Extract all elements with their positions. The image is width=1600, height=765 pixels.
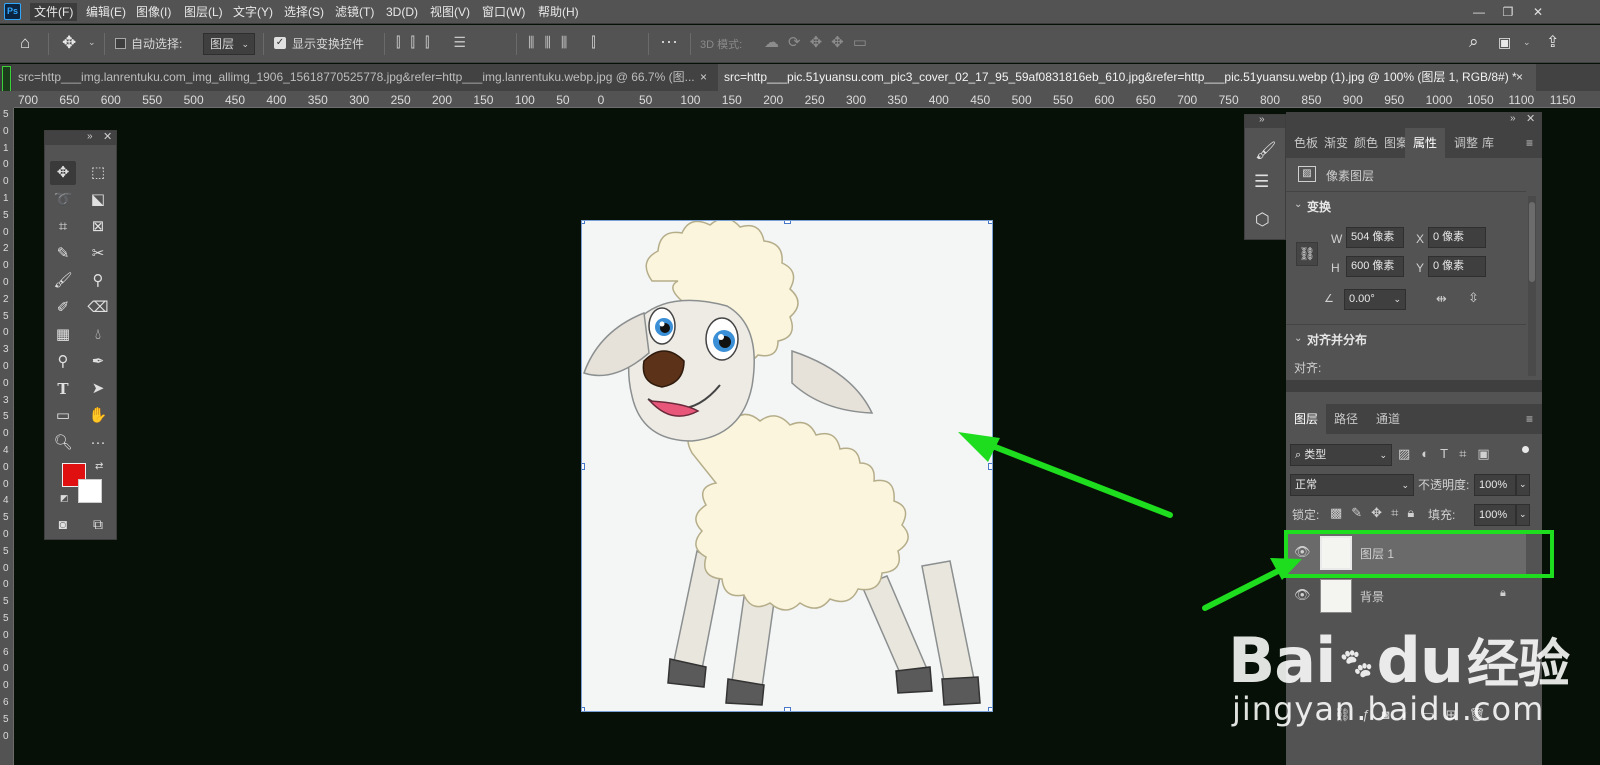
paw-icon: 🐾︎	[1337, 647, 1375, 683]
photoshop-window: { "app": {"logo": "Ps"}, "menu": ["文件(F)…	[0, 0, 1600, 765]
watermark-brand: Bai🐾︎du经验	[1228, 622, 1570, 697]
watermark-brand-cn: 经验	[1466, 635, 1570, 695]
watermark-brand-text: Bai	[1228, 624, 1336, 697]
watermark-url: jingyan.baidu.com	[1232, 690, 1545, 728]
watermark-brand-text-2: du	[1376, 624, 1464, 697]
